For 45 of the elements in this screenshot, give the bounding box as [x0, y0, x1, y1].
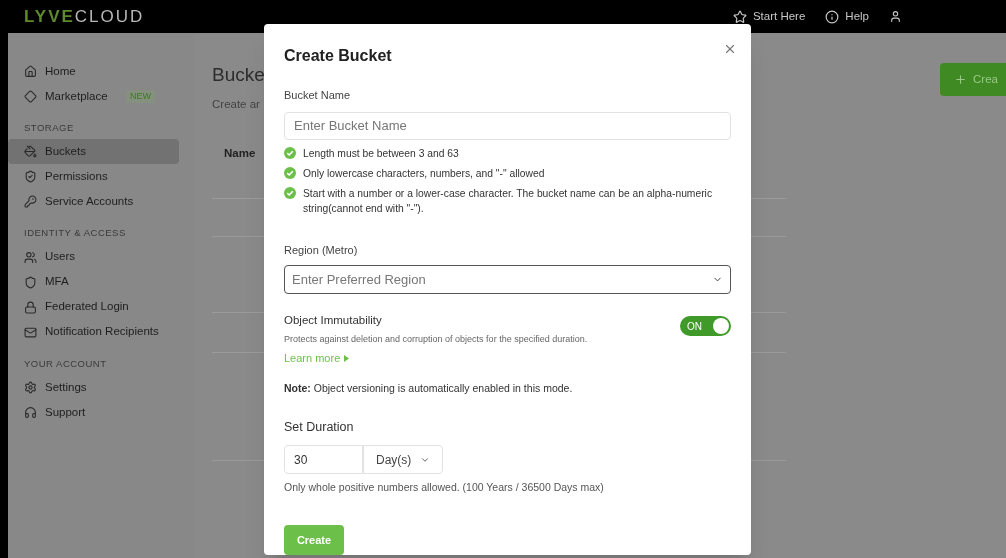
info-icon: [825, 9, 840, 24]
duration-field[interactable]: 30: [284, 445, 363, 475]
section-title: IDENTITY & ACCESS: [23, 226, 127, 241]
plus-icon: [954, 73, 968, 86]
toggle-switch[interactable]: ON: [680, 316, 731, 337]
envelope-icon: [24, 325, 37, 339]
section-title: YOUR ACCOUNT: [23, 356, 108, 371]
dialog-title: Create Bucket: [284, 46, 392, 66]
home-icon: [24, 65, 37, 78]
field-label: Bucket Name: [284, 88, 352, 103]
option-title: Object Immutability: [284, 313, 383, 329]
bucket-name-field[interactable]: Enter Bucket Name: [284, 111, 731, 140]
option-description: Protects against deletion and corruption of objects for the specified duration.: [284, 332, 589, 346]
shield-check-icon: [24, 170, 37, 184]
settings-icon: [24, 380, 37, 394]
rule-text: Start with a number or a lower-case character. The bucket name can be an alpha-numeric string(cannot end with "-").: [303, 186, 714, 216]
region-select[interactable]: Enter Preferred Region: [284, 265, 731, 295]
users-icon: [24, 250, 37, 264]
toggle-knob: [713, 318, 729, 335]
user-icon[interactable]: [889, 10, 902, 23]
section-heading: Set Duration: [284, 419, 355, 437]
section-title: STORAGE: [23, 121, 75, 135]
field-label: Region (Metro): [284, 242, 359, 258]
lock-icon: [24, 300, 37, 314]
new-badge: NEW: [126, 89, 155, 104]
logo: LYVECLOUD: [24, 5, 145, 28]
duration-hint: Only whole positive numbers allowed. (100 Years / 36500 Days max): [284, 480, 605, 496]
shield-icon: [24, 275, 37, 289]
diamond-icon: [24, 90, 37, 103]
star-icon: [732, 9, 747, 24]
header-link[interactable]: Start Here: [732, 7, 806, 26]
sidebar-item[interactable]: Buckets: [8, 139, 179, 165]
column-header: Name: [224, 146, 256, 162]
rule-text: Only lowercase characters, numbers, and "-" allowed: [303, 166, 546, 181]
key-icon: [24, 195, 37, 209]
header-link[interactable]: Help: [825, 7, 869, 26]
rule-text: Length must be between 3 and 63: [303, 146, 460, 161]
headset-icon: [24, 405, 37, 419]
triangle-right-icon: [344, 354, 350, 362]
unit-select[interactable]: Day(s): [363, 445, 443, 475]
note-text: Note: Object versioning is automatically enabled in this mode.: [284, 380, 574, 396]
bucket-icon: [24, 145, 37, 159]
page-title: Bucke: [212, 63, 265, 87]
page-subtitle: Create ar: [212, 96, 261, 112]
close-button[interactable]: [723, 42, 737, 56]
